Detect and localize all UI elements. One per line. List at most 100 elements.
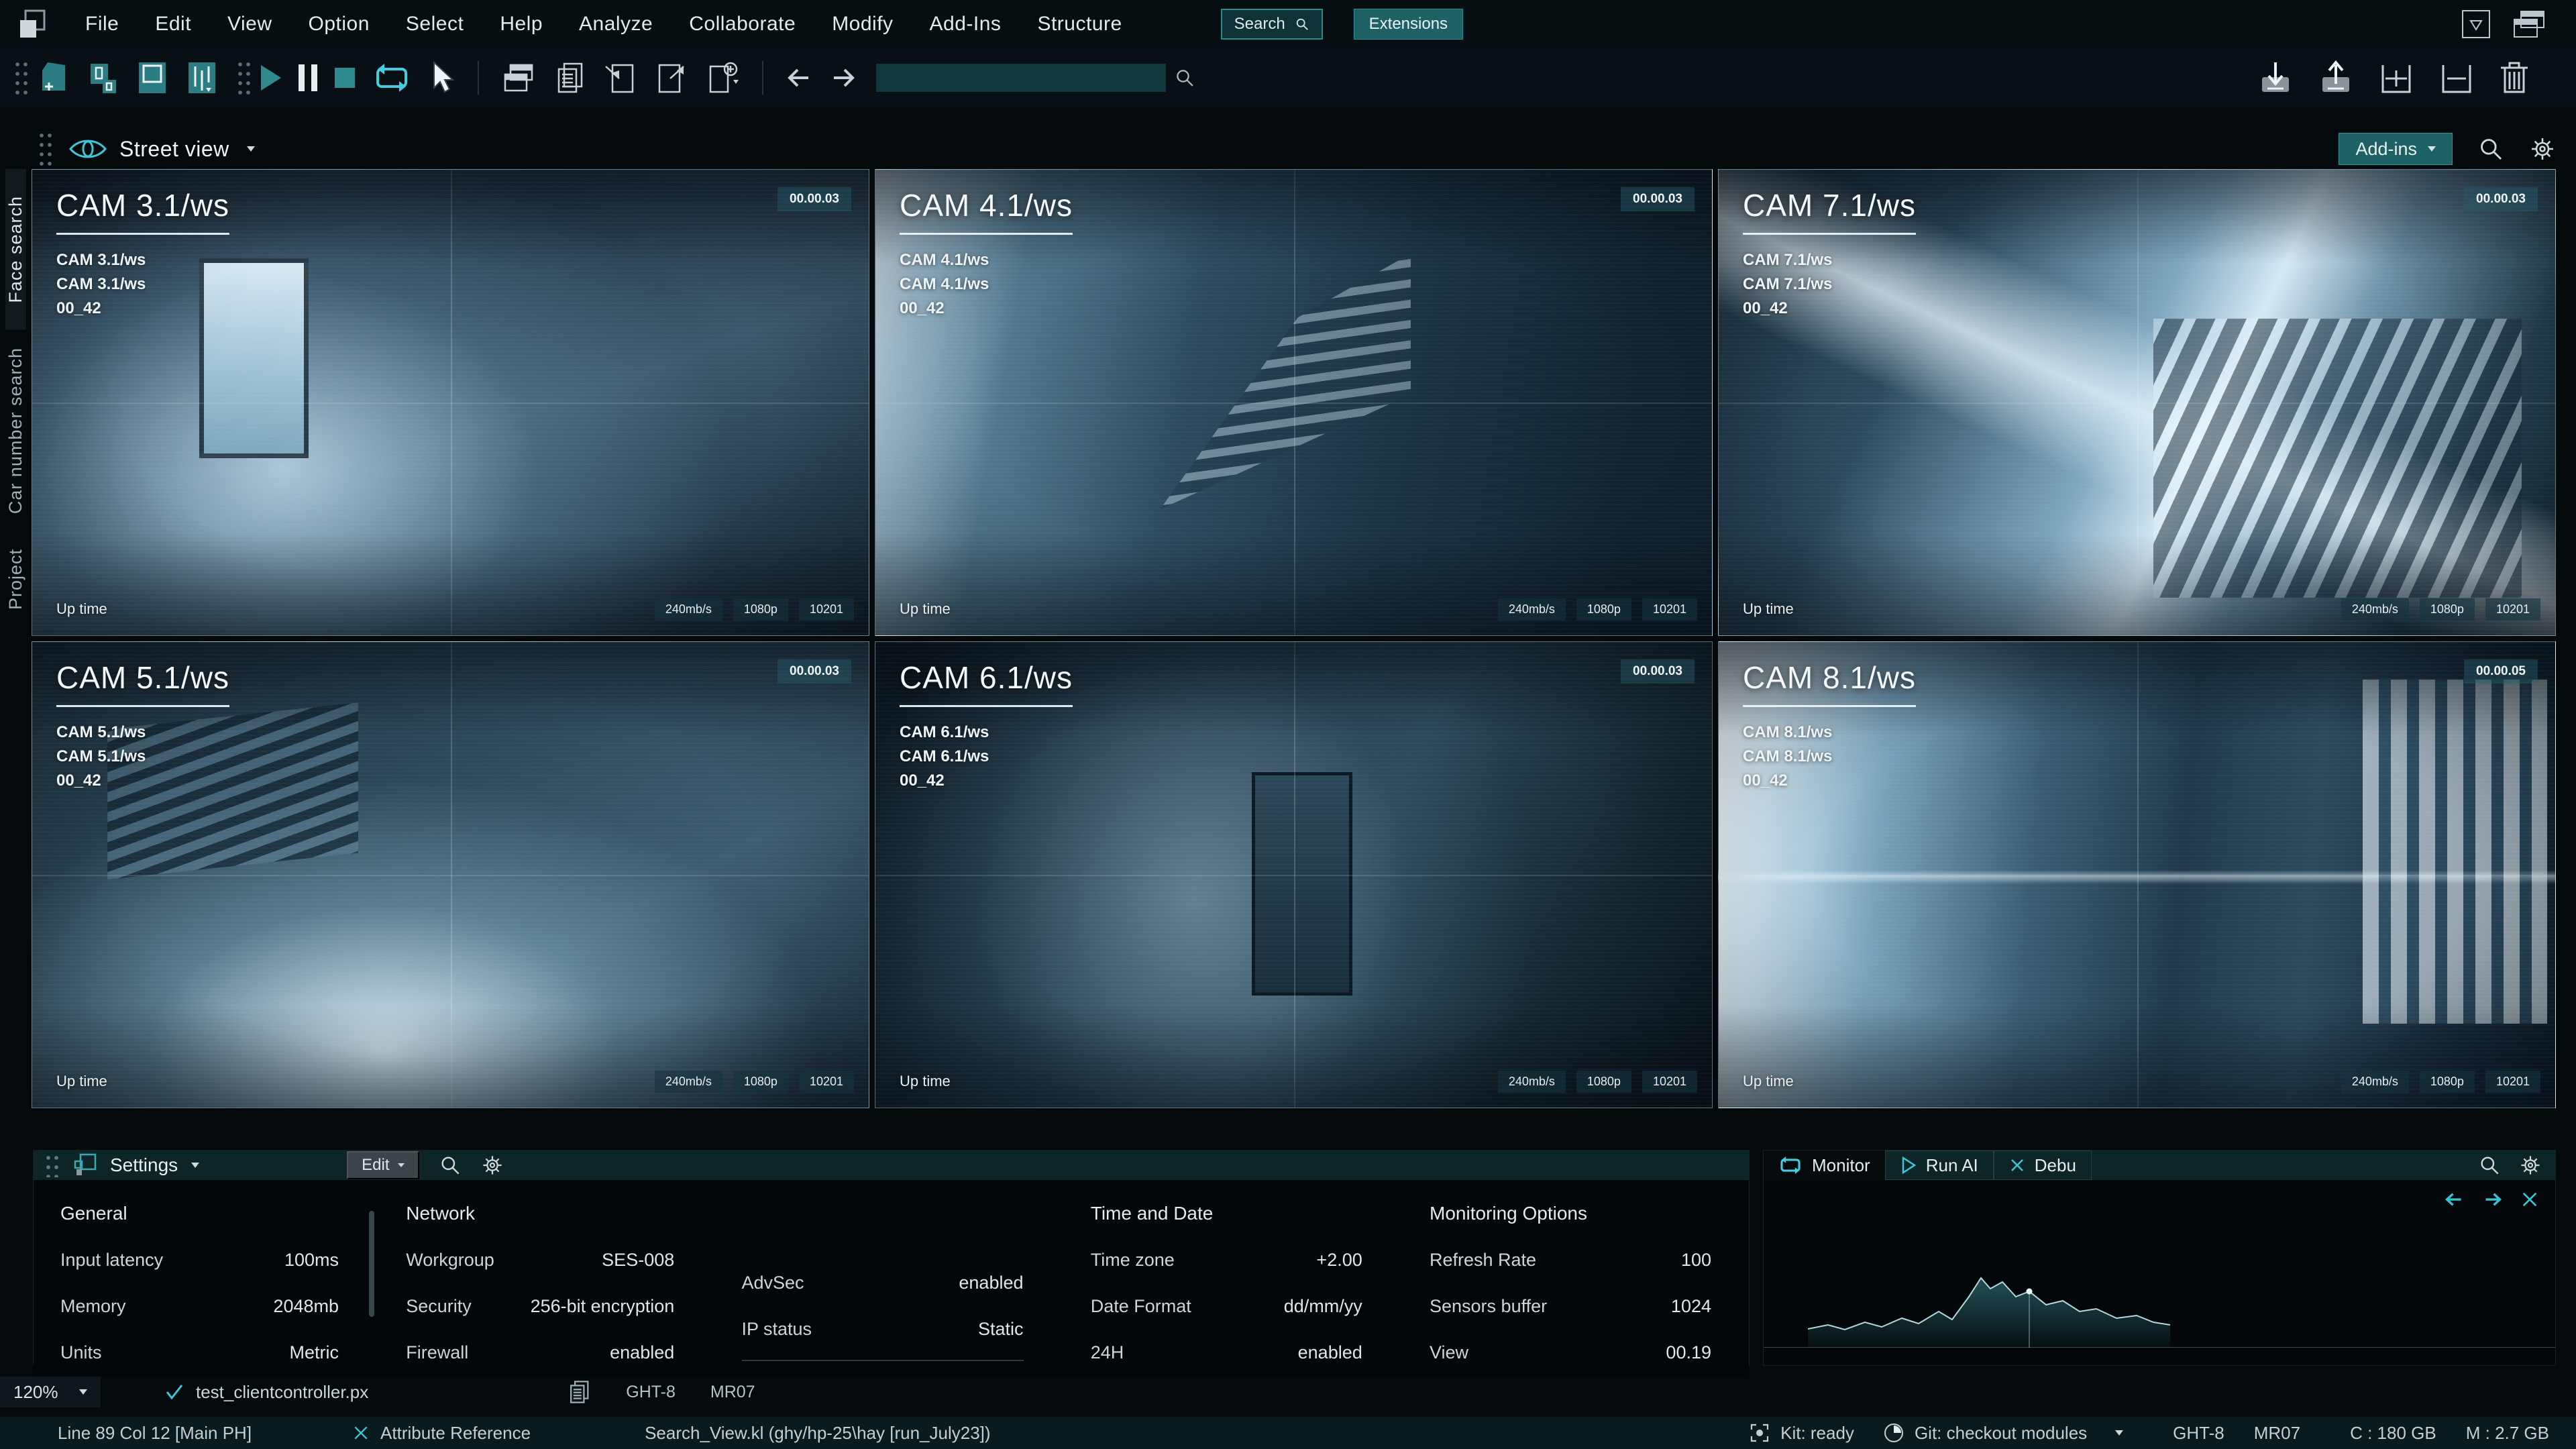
setting-value[interactable]: 00.19 xyxy=(1666,1342,1711,1363)
search-icon[interactable] xyxy=(1166,56,1203,99)
menu-item-structure[interactable]: Structure xyxy=(1019,13,1140,36)
add-shape-tool-icon[interactable] xyxy=(30,56,79,99)
camera-tile-cam-4-1[interactable]: CAM 4.1/ws CAM 4.1/ws CAM 4.1/ws 00_42 0… xyxy=(875,169,1713,636)
toolbar-drag-handle[interactable] xyxy=(236,60,252,96)
zoom-level-select[interactable]: 120% xyxy=(0,1377,101,1407)
rail-tab-face-search[interactable]: Face search xyxy=(5,169,26,330)
menu-item-addins[interactable]: Add-Ins xyxy=(912,13,1020,36)
setting-value[interactable]: SES-008 xyxy=(602,1250,674,1271)
cascade-windows-icon[interactable] xyxy=(2512,9,2546,40)
setting-value[interactable]: 100ms xyxy=(284,1250,339,1271)
menu-item-collaborate[interactable]: Collaborate xyxy=(671,13,814,36)
mixer-tool-icon[interactable] xyxy=(177,56,227,99)
menu-item-select[interactable]: Select xyxy=(388,13,482,36)
add-to-set-icon[interactable] xyxy=(2377,60,2415,96)
gear-icon[interactable] xyxy=(2519,1154,2542,1177)
setting-value[interactable]: 2048mb xyxy=(273,1296,339,1317)
tab-run-ai-label: Run AI xyxy=(1925,1155,1978,1175)
trash-icon[interactable] xyxy=(2498,60,2530,96)
copy-list-icon[interactable] xyxy=(545,56,594,99)
view-title[interactable]: Street view xyxy=(119,137,229,162)
settings-drag-handle[interactable] xyxy=(44,1153,60,1177)
tab-monitor[interactable]: Monitor xyxy=(1764,1150,1885,1180)
camera-title: CAM 5.1/ws xyxy=(56,660,229,695)
settings-scrollbar[interactable] xyxy=(369,1211,374,1317)
pause-icon[interactable] xyxy=(290,56,326,99)
forward-arrow-icon[interactable] xyxy=(2481,1189,2504,1210)
camera-tile-cam-5-1[interactable]: CAM 5.1/ws CAM 5.1/ws CAM 5.1/ws 00_42 0… xyxy=(32,641,869,1108)
loop-icon[interactable] xyxy=(364,56,420,99)
view-drag-handle[interactable] xyxy=(38,131,54,167)
settings-edit-button[interactable]: Edit xyxy=(347,1151,419,1179)
settings-caret-icon[interactable] xyxy=(191,1163,200,1168)
resolution-badge: 1080p xyxy=(2419,1071,2475,1093)
close-icon[interactable] xyxy=(2520,1190,2539,1209)
tab-debug-label: Debu xyxy=(2034,1155,2076,1175)
setting-label: Refresh Rate xyxy=(1430,1250,1537,1270)
setting-value[interactable]: 1024 xyxy=(1671,1296,1711,1317)
upload-icon[interactable] xyxy=(2317,60,2355,96)
run-icon xyxy=(1900,1156,1917,1175)
duplicate-window-icon[interactable] xyxy=(492,56,545,99)
setting-value[interactable]: dd/mm/yy xyxy=(1284,1296,1362,1317)
setting-value[interactable]: Static xyxy=(978,1319,1024,1340)
cursor-icon[interactable] xyxy=(420,56,464,99)
tab-run-ai[interactable]: Run AI xyxy=(1884,1150,1994,1180)
setting-value[interactable]: Metric xyxy=(290,1342,339,1363)
menu-item-file[interactable]: File xyxy=(67,13,137,36)
bitrate-badge: 240mb/s xyxy=(2341,598,2409,621)
search-icon[interactable] xyxy=(2478,136,2504,162)
camera-label-line1: CAM 6.1/ws xyxy=(900,723,989,741)
setting-value[interactable]: enabled xyxy=(1298,1342,1362,1363)
toolbar-drag-handle[interactable] xyxy=(13,60,30,96)
camera-timestamp: 00.00.05 xyxy=(2464,659,2538,684)
layers-tool-icon[interactable] xyxy=(79,56,127,99)
search-icon[interactable] xyxy=(439,1155,461,1176)
frame-tool-icon[interactable] xyxy=(127,56,177,99)
file-tab[interactable]: test_clientcontroller.px xyxy=(165,1382,368,1403)
gear-icon[interactable] xyxy=(2529,136,2556,162)
extensions-button[interactable]: Extensions xyxy=(1353,9,1464,40)
camera-tile-cam-8-1[interactable]: CAM 8.1/ws CAM 8.1/ws CAM 8.1/ws 00_42 0… xyxy=(1718,641,2556,1108)
rail-tab-car-number-search[interactable]: Car number search xyxy=(5,330,26,531)
search-icon[interactable] xyxy=(2479,1155,2500,1176)
toolbar-search-input[interactable] xyxy=(876,64,1166,92)
dropdown-window-icon[interactable] xyxy=(2461,9,2491,40)
menu-item-option[interactable]: Option xyxy=(290,13,388,36)
import-page-icon[interactable] xyxy=(594,56,645,99)
back-arrow-icon[interactable] xyxy=(777,56,821,99)
menu-item-view[interactable]: View xyxy=(209,13,290,36)
settings-title[interactable]: Settings xyxy=(110,1155,178,1176)
menu-item-analyze[interactable]: Analyze xyxy=(561,13,671,36)
camera-tile-cam-7-1[interactable]: CAM 7.1/ws CAM 7.1/ws CAM 7.1/ws 00_42 0… xyxy=(1718,169,2556,636)
section-underline xyxy=(741,1360,1024,1361)
setting-value[interactable]: 256-bit encryption xyxy=(531,1296,675,1317)
camera-tile-cam-6-1[interactable]: CAM 6.1/ws CAM 6.1/ws CAM 6.1/ws 00_42 0… xyxy=(875,641,1713,1108)
rail-tab-project[interactable]: Project xyxy=(5,531,26,627)
setting-value[interactable]: enabled xyxy=(610,1342,674,1363)
settings-section-network-extra: AdvSec enabled IP status Static xyxy=(741,1203,1024,1363)
view-title-caret-icon[interactable] xyxy=(246,146,255,152)
play-icon[interactable] xyxy=(252,56,290,99)
git-status[interactable]: Git: checkout modules xyxy=(1884,1423,2124,1444)
add-page-icon[interactable] xyxy=(696,56,749,99)
camera-tile-cam-3-1[interactable]: CAM 3.1/ws CAM 3.1/ws CAM 3.1/ws 00_42 0… xyxy=(32,169,869,636)
menu-search-box[interactable]: Search xyxy=(1220,9,1323,40)
attribute-reference[interactable]: Attribute Reference xyxy=(352,1423,531,1444)
tab-debug[interactable]: Debu xyxy=(1993,1150,2092,1180)
export-page-icon[interactable] xyxy=(645,56,696,99)
gear-icon[interactable] xyxy=(481,1154,504,1177)
menu-item-help[interactable]: Help xyxy=(482,13,561,36)
back-arrow-icon[interactable] xyxy=(2443,1189,2465,1210)
view-addins-button[interactable]: Add-ins xyxy=(2339,133,2453,165)
setting-value[interactable]: enabled xyxy=(959,1273,1023,1293)
download-icon[interactable] xyxy=(2257,60,2294,96)
kit-status[interactable]: Kit: ready xyxy=(1750,1423,1854,1444)
forward-arrow-icon[interactable] xyxy=(821,56,865,99)
setting-value[interactable]: 100 xyxy=(1681,1250,1711,1271)
menu-item-edit[interactable]: Edit xyxy=(137,13,209,36)
menu-item-modify[interactable]: Modify xyxy=(814,13,911,36)
setting-value[interactable]: +2.00 xyxy=(1316,1250,1362,1271)
stop-icon[interactable] xyxy=(326,56,364,99)
remove-from-set-icon[interactable] xyxy=(2438,60,2475,96)
